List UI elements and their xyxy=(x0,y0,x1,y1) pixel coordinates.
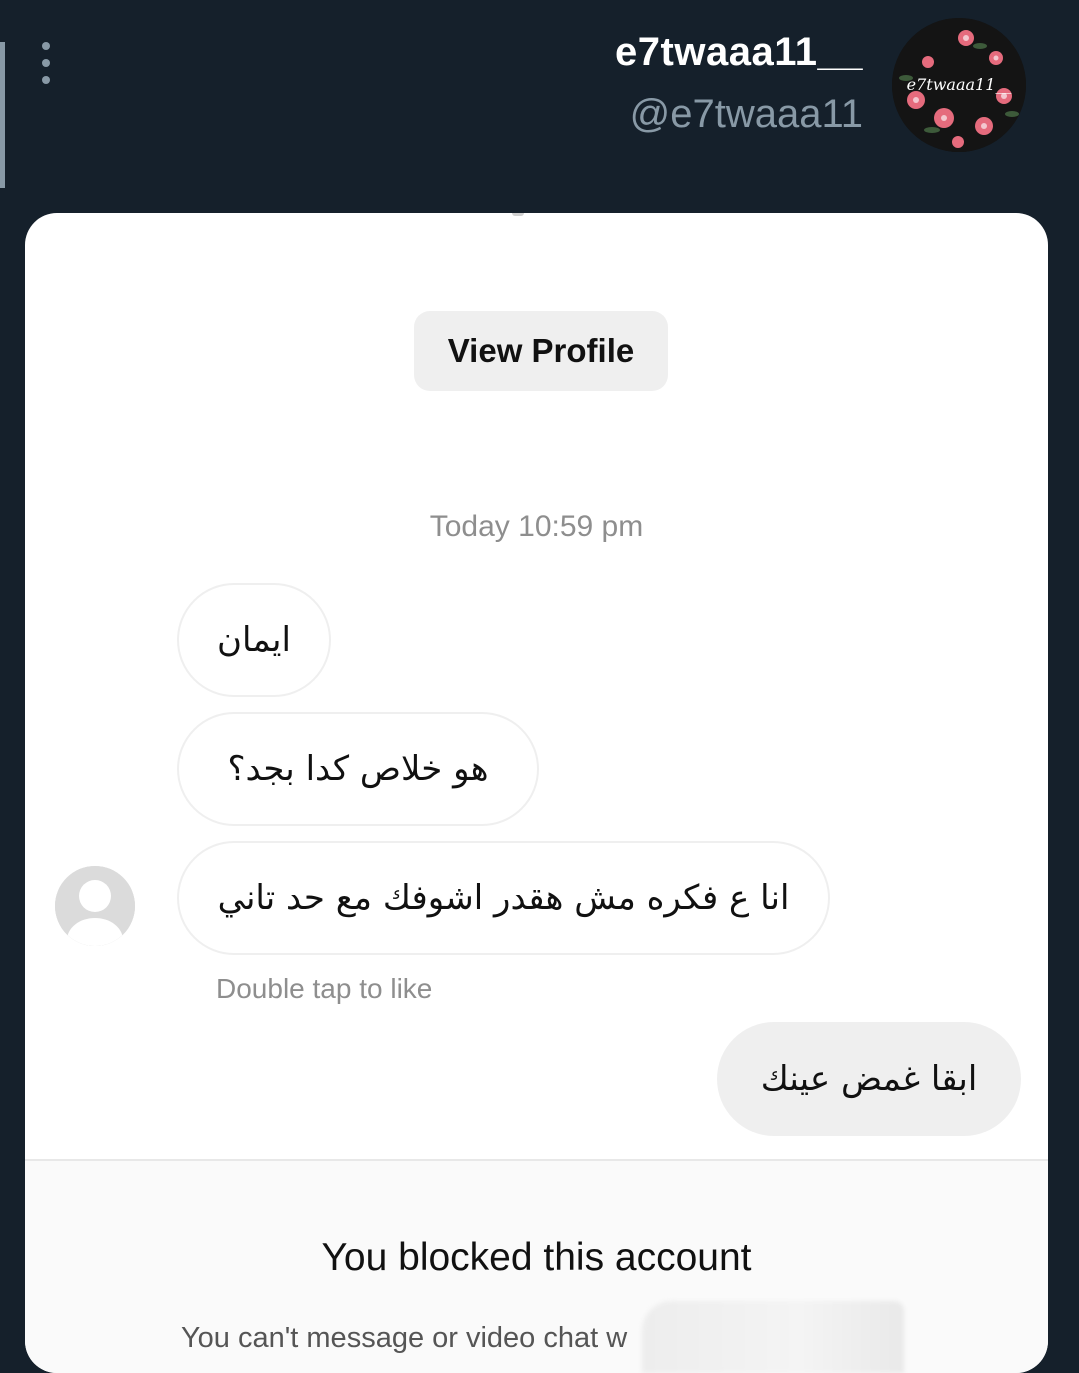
outgoing-message-bubble[interactable]: ابقا غمض عينك xyxy=(717,1022,1021,1136)
blocked-notice: You blocked this account You can't messa… xyxy=(25,1161,1048,1373)
profile-username[interactable]: e7twaaa11__ xyxy=(615,30,863,75)
sender-avatar-icon[interactable] xyxy=(55,866,135,946)
message-timestamp: Today 10:59 pm xyxy=(429,510,644,543)
edge-bar xyxy=(0,42,5,188)
incoming-message-bubble[interactable]: انا ع فكره مش هقدر اشوفك مع حد تاني xyxy=(177,841,830,955)
card-notch xyxy=(512,213,524,216)
incoming-message-bubble[interactable]: ايمان xyxy=(177,583,331,697)
profile-avatar[interactable]: e7twaaa11__ xyxy=(892,18,1026,152)
redaction-blur xyxy=(642,1301,904,1373)
view-profile-button[interactable]: View Profile xyxy=(414,311,668,391)
floral-avatar-image: e7twaaa11__ xyxy=(892,18,1026,152)
blocked-subtitle: You can't message or video chat w xyxy=(181,1322,628,1354)
profile-handle[interactable]: @e7twaaa11 xyxy=(630,92,863,137)
default-user-icon xyxy=(55,866,135,946)
more-options-icon[interactable] xyxy=(32,42,60,84)
avatar-signature: e7twaaa11__ xyxy=(907,75,1012,94)
incoming-message-bubble[interactable]: هو خلاص كدا بجد؟ xyxy=(177,712,539,826)
chat-card: View Profile Today 10:59 pm ايمان هو خلا… xyxy=(25,213,1048,1373)
double-tap-hint: Double tap to like xyxy=(216,973,433,1004)
blocked-title: You blocked this account xyxy=(321,1236,752,1279)
